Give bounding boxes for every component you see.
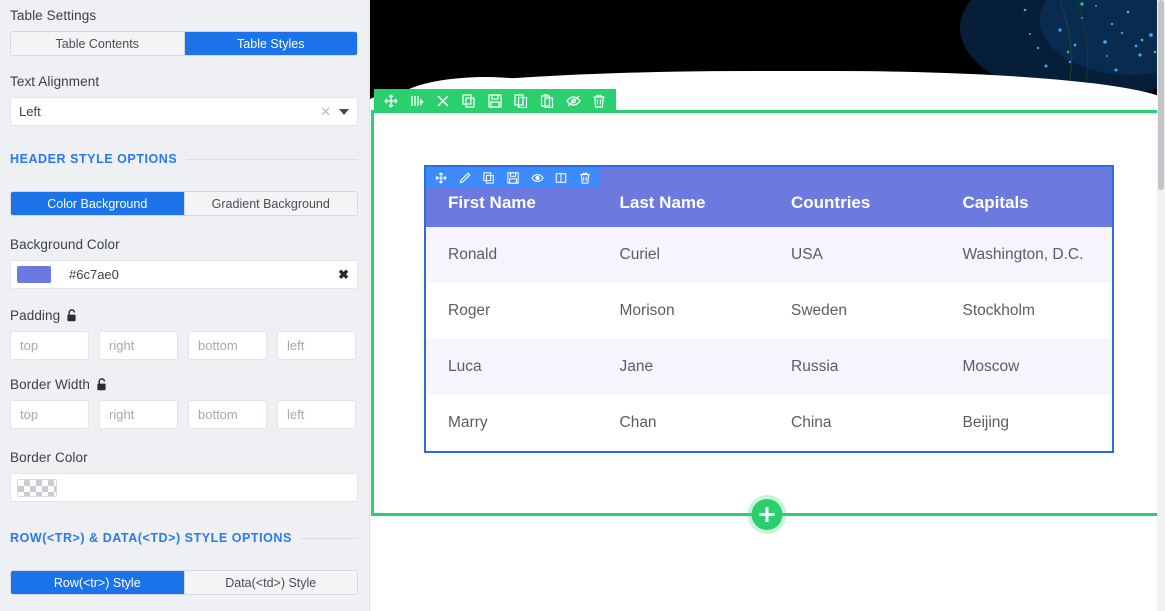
row-style-section-title: ROW(<TR>) & DATA(<TD>) STYLE OPTIONS (10, 531, 358, 545)
trash-icon[interactable] (586, 89, 612, 113)
column-header-last-name[interactable]: Last Name (597, 167, 769, 227)
table-cell[interactable]: Stockholm (940, 283, 1112, 339)
border-width-inputs (10, 400, 358, 429)
scissors-icon[interactable] (430, 89, 456, 113)
table-cell[interactable]: China (769, 395, 941, 451)
header-style-section-title: HEADER STYLE OPTIONS (10, 152, 358, 166)
border-width-label-row: Border Width (10, 377, 108, 392)
page-canvas: First Name Last Name Countries Capitals … (370, 0, 1165, 611)
columns-icon[interactable] (549, 167, 573, 188)
close-icon[interactable]: ✖ (338, 267, 349, 283)
background-color-field[interactable]: #6c7ae0 ✖ (10, 260, 358, 289)
table-settings-sidebar: Table Settings Table Contents Table Styl… (0, 0, 370, 611)
table-cell[interactable]: Jane (597, 339, 769, 395)
table-body: Ronald Curiel USA Washington, D.C. Roger… (426, 227, 1112, 451)
column-header-countries[interactable]: Countries (769, 167, 941, 227)
padding-label: Padding (10, 308, 61, 323)
eye-icon[interactable] (525, 167, 549, 188)
column-header-capitals[interactable]: Capitals (940, 167, 1112, 227)
padding-inputs (10, 331, 358, 360)
duplicate-icon[interactable] (456, 89, 482, 113)
unlock-icon[interactable] (97, 378, 108, 391)
main-tabs: Table Contents Table Styles (10, 31, 358, 56)
table-row[interactable]: Luca Jane Russia Moscow (426, 339, 1112, 395)
table-row[interactable]: Ronald Curiel USA Washington, D.C. (426, 227, 1112, 283)
tab-table-styles[interactable]: Table Styles (184, 32, 357, 55)
padding-bottom-input[interactable] (188, 331, 267, 360)
tab-data-style[interactable]: Data(<td>) Style (184, 571, 357, 594)
table-cell[interactable]: Marry (426, 395, 598, 451)
table-cell[interactable]: Beijing (940, 395, 1112, 451)
text-alignment-select[interactable]: Left ✕ (10, 97, 358, 126)
paste-icon[interactable] (534, 89, 560, 113)
table-cell[interactable]: Sweden (769, 283, 941, 339)
table-cell[interactable]: Luca (426, 339, 598, 395)
border-width-left-input[interactable] (277, 400, 356, 429)
block-toolbar (374, 89, 616, 113)
background-color-value: #6c7ae0 (69, 267, 119, 282)
text-alignment-label: Text Alignment (10, 74, 100, 89)
padding-right-input[interactable] (99, 331, 178, 360)
plus-icon-vertical (765, 507, 769, 522)
data-table: First Name Last Name Countries Capitals … (426, 167, 1112, 451)
header-style-section-label: HEADER STYLE OPTIONS (10, 152, 178, 166)
border-width-bottom-input[interactable] (188, 400, 267, 429)
close-icon[interactable]: ✕ (312, 104, 339, 120)
padding-left-input[interactable] (277, 331, 356, 360)
eye-off-icon[interactable] (560, 89, 586, 113)
transparent-swatch[interactable] (17, 478, 57, 497)
duplicate-icon[interactable] (477, 167, 501, 188)
save-icon[interactable] (482, 89, 508, 113)
table-cell[interactable]: Curiel (597, 227, 769, 283)
row-style-tabs: Row(<tr>) Style Data(<td>) Style (10, 570, 358, 595)
row-style-section-label: ROW(<TR>) & DATA(<TD>) STYLE OPTIONS (10, 531, 292, 545)
edit-pencil-icon[interactable] (453, 167, 477, 188)
border-width-right-input[interactable] (99, 400, 178, 429)
table-cell[interactable]: Ronald (426, 227, 598, 283)
background-color-label: Background Color (10, 237, 120, 252)
section-divider (186, 158, 358, 160)
text-alignment-value: Left (19, 104, 41, 119)
save-icon[interactable] (501, 167, 525, 188)
table-element[interactable]: First Name Last Name Countries Capitals … (424, 165, 1114, 453)
add-block-button[interactable] (751, 499, 783, 530)
table-cell[interactable]: Roger (426, 283, 598, 339)
color-swatch[interactable] (17, 266, 51, 283)
padding-top-input[interactable] (10, 331, 89, 360)
section-divider (300, 537, 358, 539)
table-cell[interactable]: Washington, D.C. (940, 227, 1112, 283)
tab-gradient-background[interactable]: Gradient Background (184, 192, 357, 215)
background-type-tabs: Color Background Gradient Background (10, 191, 358, 216)
table-row[interactable]: Roger Morison Sweden Stockholm (426, 283, 1112, 339)
table-cell[interactable]: Chan (597, 395, 769, 451)
move-icon[interactable] (378, 89, 404, 113)
border-color-label: Border Color (10, 450, 88, 465)
selected-block-container[interactable]: First Name Last Name Countries Capitals … (371, 89, 1163, 530)
page-scrollbar[interactable] (1157, 0, 1165, 611)
tab-row-style[interactable]: Row(<tr>) Style (11, 571, 185, 594)
padding-label-row: Padding (10, 308, 78, 323)
copy-icon[interactable] (508, 89, 534, 113)
table-toolbar (426, 167, 600, 188)
add-column-icon[interactable] (404, 89, 430, 113)
table-cell[interactable]: Russia (769, 339, 941, 395)
table-cell[interactable]: USA (769, 227, 941, 283)
table-row[interactable]: Marry Chan China Beijing (426, 395, 1112, 451)
tab-table-contents[interactable]: Table Contents (11, 32, 185, 55)
tab-color-background[interactable]: Color Background (11, 192, 185, 215)
move-icon[interactable] (429, 167, 453, 188)
unlock-icon[interactable] (67, 309, 78, 322)
hero-image[interactable] (370, 0, 1165, 101)
trash-icon[interactable] (573, 167, 597, 188)
scrollbar-thumb[interactable] (1158, 0, 1164, 190)
sidebar-title: Table Settings (10, 8, 97, 23)
border-width-top-input[interactable] (10, 400, 89, 429)
chevron-down-icon[interactable] (339, 108, 349, 115)
border-color-field[interactable] (10, 473, 358, 502)
border-width-label: Border Width (10, 377, 90, 392)
table-cell[interactable]: Morison (597, 283, 769, 339)
table-cell[interactable]: Moscow (940, 339, 1112, 395)
